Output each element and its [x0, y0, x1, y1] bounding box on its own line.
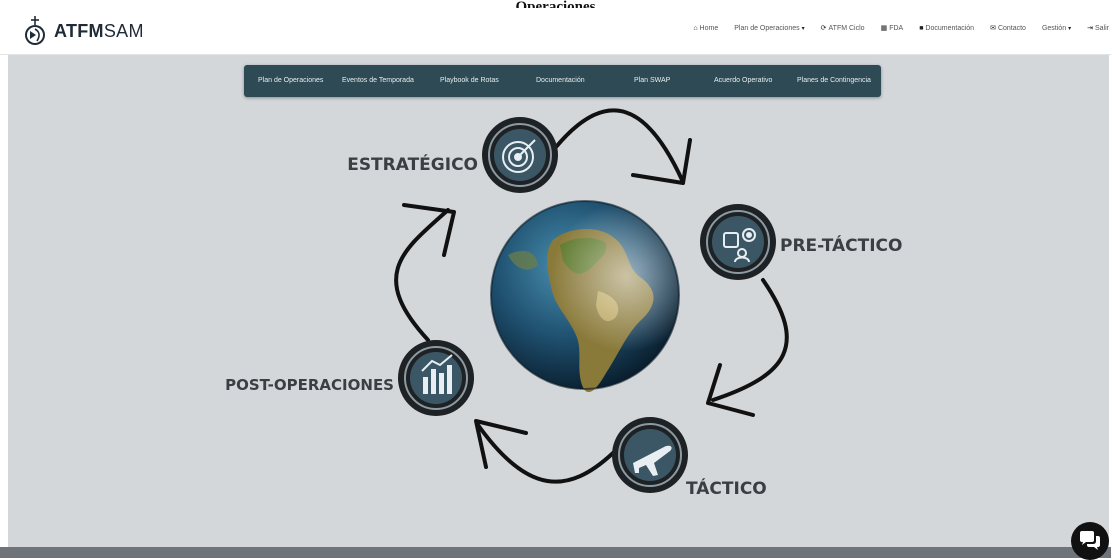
nav-label: Documentación	[925, 24, 975, 32]
nav-label: FDA	[889, 24, 904, 32]
subnav-item-documentaci-n[interactable]: Documentación	[536, 65, 585, 97]
subnav-item-planes-de-contingencia[interactable]: Planes de Contingencia	[797, 65, 871, 97]
table-icon: ▦	[880, 25, 888, 32]
globe-illustration	[490, 200, 680, 393]
main-nav: ⌂ Home Plan de Operaciones ▾ ⟳ ATFM Ciclo ▦ FDA…	[677, 24, 1109, 33]
phase-label-tactical: TÁCTICO	[686, 477, 767, 499]
nav-atfm-ciclo[interactable]: ⟳ ATFM Ciclo	[820, 24, 865, 33]
book-icon: ■	[919, 24, 924, 32]
tactical-badge	[612, 417, 688, 493]
nav-label: ATFM Ciclo	[828, 24, 865, 32]
chat-button[interactable]	[1071, 522, 1109, 560]
nav-label: Plan de Operaciones	[734, 24, 800, 32]
nav-salir[interactable]: ⇥ Salir	[1087, 24, 1109, 33]
cycle-arrow-tactical-to-postops	[476, 423, 615, 484]
nav-label: Home	[699, 24, 719, 32]
pretactical-badge	[700, 204, 776, 280]
top-navbar: ATFMSAM ⌂ Home Plan de Operaciones ▾ ⟳ ATFM C…	[0, 8, 1111, 55]
nav-documentaci-n[interactable]: ■ Documentación	[919, 25, 974, 32]
nav-label: Contacto	[997, 24, 1026, 32]
arrowhead-tactical	[474, 419, 528, 469]
refresh-icon: ⟳	[820, 25, 827, 32]
nav-gesti-n[interactable]: Gestión ▾	[1042, 25, 1071, 32]
cycle-arrow-postops-to-strategic	[394, 208, 450, 342]
subnav-item-plan-swap[interactable]: Plan SWAP	[634, 65, 670, 97]
envelope-icon: ✉	[990, 25, 996, 32]
nav-fda[interactable]: ▦ FDA	[880, 24, 904, 33]
strategic-badge	[482, 117, 558, 193]
cycle-arrow-strategic-to-pretactical	[554, 108, 685, 184]
nav-label: Salir	[1094, 24, 1109, 32]
caret-down-icon: ▾	[801, 25, 805, 32]
phase-label-postops: POST-OPERACIONES	[225, 376, 394, 394]
postops-badge	[398, 340, 474, 416]
home-icon: ⌂	[693, 24, 698, 32]
caret-down-icon: ▾	[1068, 25, 1072, 32]
nav-home[interactable]: ⌂ Home	[693, 25, 718, 32]
subnav-item-eventos-de-temporada[interactable]: Eventos de Temporada	[342, 65, 414, 97]
footer-strip	[0, 547, 1111, 558]
subnav-item-plan-de-operaciones[interactable]: Plan de Operaciones	[258, 65, 323, 97]
sign-out-icon: ⇥	[1087, 25, 1093, 32]
brand-logo[interactable]: ATFMSAM	[22, 16, 144, 46]
globe-plane-logo-icon	[25, 16, 45, 45]
subnav-item-acuerdo-operativo[interactable]: Acuerdo Operativo	[714, 65, 772, 97]
chat-bubbles-icon	[1080, 531, 1100, 550]
operations-subnav: Plan de Operaciones Eventos de Temporada P…	[244, 65, 881, 97]
operations-cycle-panel: ESTRATÉGICO PRE-TÁCTICO TÁCTICO POST-OPE…	[8, 55, 1109, 547]
atfm-cycle-diagram: ESTRATÉGICO PRE-TÁCTICO TÁCTICO POST-OPE…	[225, 108, 902, 499]
phase-label-pretactical: PRE-TÁCTICO	[780, 234, 902, 256]
nav-label: Gestión	[1041, 24, 1067, 32]
nav-plan-de-operaciones[interactable]: Plan de Operaciones ▾	[734, 25, 804, 32]
phase-label-strategic: ESTRATÉGICO	[347, 153, 478, 175]
arrowhead-pretactical	[706, 363, 755, 417]
brand-name: ATFMSAM	[54, 20, 144, 41]
nav-contacto[interactable]: ✉ Contacto	[990, 24, 1026, 33]
cycle-arrow-pretactical-to-tactical	[711, 278, 789, 402]
subnav-item-playbook-de-rotas[interactable]: Playbook de Rotas	[440, 65, 499, 97]
